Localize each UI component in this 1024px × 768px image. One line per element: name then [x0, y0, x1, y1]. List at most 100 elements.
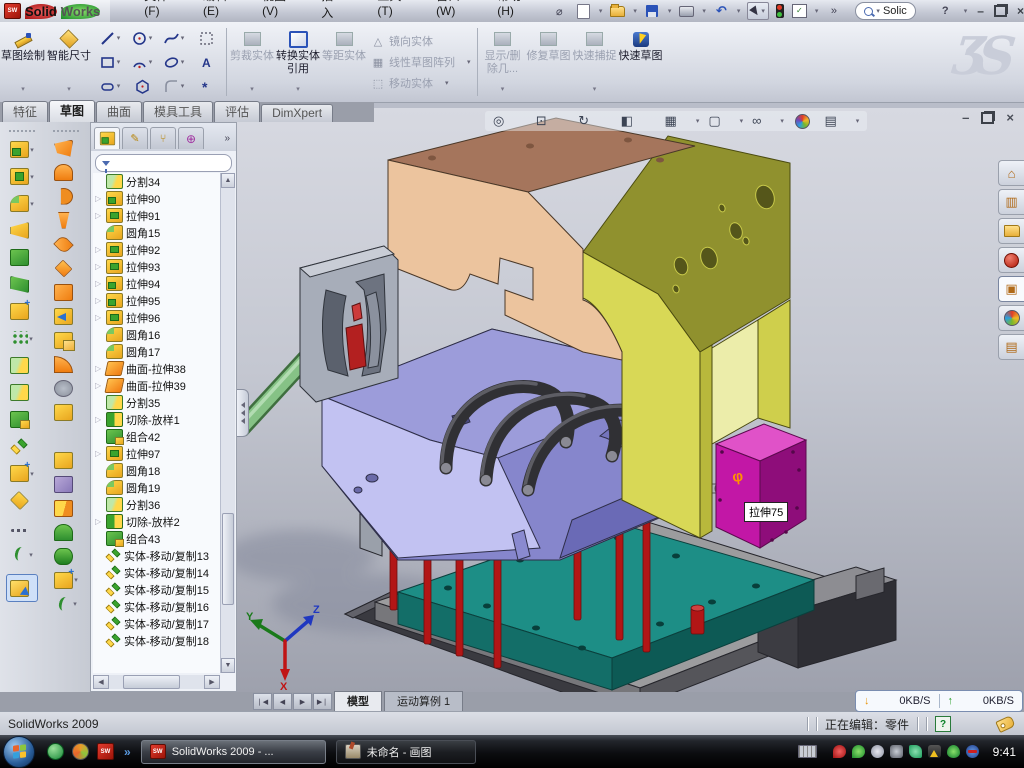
tree-item[interactable]: ▷ 圆角18: [93, 462, 220, 479]
task-button[interactable]: SW SolidWorks 2009 - ...: [141, 740, 326, 764]
toolbar-button[interactable]: ▾: [54, 496, 78, 520]
trim-entities-button[interactable]: 剪裁实体▾: [230, 26, 274, 98]
doc-minimize-button[interactable]: –: [962, 110, 969, 125]
toolbar-button[interactable]: ▾: [10, 136, 34, 163]
tree-item[interactable]: ▷ 拉伸96: [93, 309, 220, 326]
doc-close-button[interactable]: ×: [1006, 110, 1014, 125]
ribbon-tab[interactable]: 评估: [214, 101, 260, 122]
toolbar-button[interactable]: ▾: [54, 568, 78, 592]
toolbar-button[interactable]: ▾: [10, 487, 34, 514]
toolbar-button[interactable]: ▾: [54, 448, 78, 472]
solidworks-shortcut-icon[interactable]: SW: [97, 743, 114, 760]
quick-tips-icon[interactable]: ?: [935, 716, 951, 732]
tray-shield-icon[interactable]: [947, 745, 960, 758]
toolbar-button[interactable]: ▾: [11, 325, 33, 352]
toolbar-grip[interactable]: [9, 130, 35, 132]
configuration-manager-tab[interactable]: ⑂: [150, 127, 176, 149]
first-tab-button[interactable]: ❘◀: [253, 693, 272, 710]
view-orientation-icon[interactable]: ▦ ▾: [665, 112, 700, 130]
graphics-area[interactable]: φ Y Z X: [237, 108, 1024, 692]
toolbar-button[interactable]: ▾: [55, 424, 77, 448]
doc-restore-button[interactable]: [981, 112, 994, 124]
toolbar-button[interactable]: ▾: [11, 541, 33, 568]
tray-volume-icon[interactable]: [890, 745, 903, 758]
toolbar-button[interactable]: ▾: [54, 352, 78, 376]
quick-snaps-button[interactable]: 快速捕捉▾: [573, 26, 617, 98]
tree-item[interactable]: ▷ 分割36: [93, 496, 220, 513]
toolbar-button[interactable]: ▾: [54, 520, 78, 544]
rapid-sketch-button[interactable]: 快速草图: [619, 26, 663, 98]
toolbar-button[interactable]: ▾: [54, 328, 78, 352]
expand-arrow-icon[interactable]: ▷: [95, 449, 103, 458]
start-button[interactable]: [3, 736, 35, 768]
tree-item[interactable]: ▷ 实体-移动/复制16: [93, 598, 220, 615]
tree-item[interactable]: ▷ 拉伸97: [93, 445, 220, 462]
tray-messenger-icon[interactable]: [909, 745, 922, 758]
toolbar-button[interactable]: ▾: [11, 433, 33, 460]
ribbon-tab[interactable]: DimXpert: [261, 104, 333, 122]
toolbar-button[interactable]: ▾: [10, 244, 34, 271]
toolbar-overflow-button[interactable]: »: [825, 3, 842, 19]
motion-study-tab[interactable]: 运动算例 1: [384, 691, 463, 711]
tray-antivirus-icon[interactable]: [852, 745, 865, 758]
tray-network-warning-icon[interactable]: [928, 745, 941, 758]
zoom-fit-icon[interactable]: ◎ ▾: [493, 112, 527, 130]
model-tab[interactable]: 模型: [334, 691, 382, 711]
panel-splitter-handle[interactable]: [237, 389, 249, 437]
toolbar-button[interactable]: ▾: [54, 136, 78, 160]
tags-icon[interactable]: [995, 715, 1015, 733]
tree-item[interactable]: ▷ 圆角19: [93, 479, 220, 496]
tree-item[interactable]: ▷ 分割34: [93, 173, 220, 190]
zoom-area-icon[interactable]: ⊡ ▾: [536, 112, 569, 130]
smart-dimension-button[interactable]: 智能尺寸▾: [47, 26, 91, 98]
quick-launch-chevron[interactable]: »: [124, 745, 131, 759]
line-tool[interactable]: ▾: [94, 26, 126, 50]
keyboard-layout-icon[interactable]: [798, 745, 817, 758]
next-tab-button[interactable]: ▶: [293, 693, 312, 710]
tray-update-icon[interactable]: [871, 745, 884, 758]
tree-horizontal-scrollbar[interactable]: ◀ ▶: [93, 675, 220, 689]
tree-item[interactable]: ▷ 拉伸93: [93, 258, 220, 275]
expand-arrow-icon[interactable]: ▷: [95, 313, 103, 322]
convert-entities-button[interactable]: 转换实体引用▾: [276, 26, 320, 98]
tree-item[interactable]: ▷ 圆角17: [93, 343, 220, 360]
tree-item[interactable]: ▷ 拉伸91: [93, 207, 220, 224]
toolbar-button[interactable]: ▾: [11, 514, 33, 541]
tree-item[interactable]: ▷ 拉伸92: [93, 241, 220, 258]
toolbar-button[interactable]: ▾: [54, 184, 78, 208]
scroll-left-arrow[interactable]: ◀: [93, 675, 109, 689]
apply-scene-icon[interactable]: ▾: [793, 114, 816, 129]
toolbar-button[interactable]: ▾: [6, 574, 38, 602]
tree-item[interactable]: ▷ 实体-移动/复制18: [93, 632, 220, 649]
toolbar-button[interactable]: ▾: [10, 163, 34, 190]
part-slide-block[interactable]: φ: [716, 424, 806, 548]
ribbon-tab[interactable]: 草图: [49, 100, 95, 122]
undo-button[interactable]: ↶: [713, 3, 730, 19]
tree-vertical-scrollbar[interactable]: ▲ ▼: [220, 173, 235, 673]
expand-arrow-icon[interactable]: ▷: [95, 194, 103, 203]
polygon-tool[interactable]: [126, 74, 158, 98]
toolbar-button[interactable]: ▾: [54, 472, 78, 496]
scroll-up-arrow[interactable]: ▲: [221, 173, 235, 188]
view-settings-icon[interactable]: ▤ ▾: [824, 112, 859, 130]
expand-arrow-icon[interactable]: ▷: [95, 279, 103, 288]
minimize-button[interactable]: –: [977, 4, 984, 18]
expand-arrow-icon[interactable]: ▷: [95, 415, 103, 424]
toolbar-button[interactable]: ▾: [10, 271, 34, 298]
hide-show-items-icon[interactable]: ∞ ▾: [752, 112, 784, 130]
toolbar-button[interactable]: ▾: [10, 379, 34, 406]
feature-manager-tab[interactable]: [94, 127, 120, 149]
toolbar-button[interactable]: ▾: [54, 232, 78, 256]
tree-item[interactable]: ▷ 圆角15: [93, 224, 220, 241]
scroll-down-arrow[interactable]: ▼: [221, 658, 235, 673]
quick-launch-icon[interactable]: [72, 743, 89, 760]
solidworks-resources-icon[interactable]: ⌂: [998, 160, 1024, 186]
messenger-icon[interactable]: [47, 743, 64, 760]
tree-item[interactable]: ▷ 组合42: [93, 428, 220, 445]
toolbar-button[interactable]: ▾: [54, 280, 78, 304]
section-view-icon[interactable]: ◧ ▾: [621, 112, 656, 130]
dropdown-caret[interactable]: ▾: [702, 7, 706, 15]
select-entities-tool[interactable]: [190, 26, 222, 50]
expand-arrow-icon[interactable]: ▷: [95, 211, 103, 220]
sketch-button[interactable]: 草图绘制▾: [1, 26, 45, 98]
